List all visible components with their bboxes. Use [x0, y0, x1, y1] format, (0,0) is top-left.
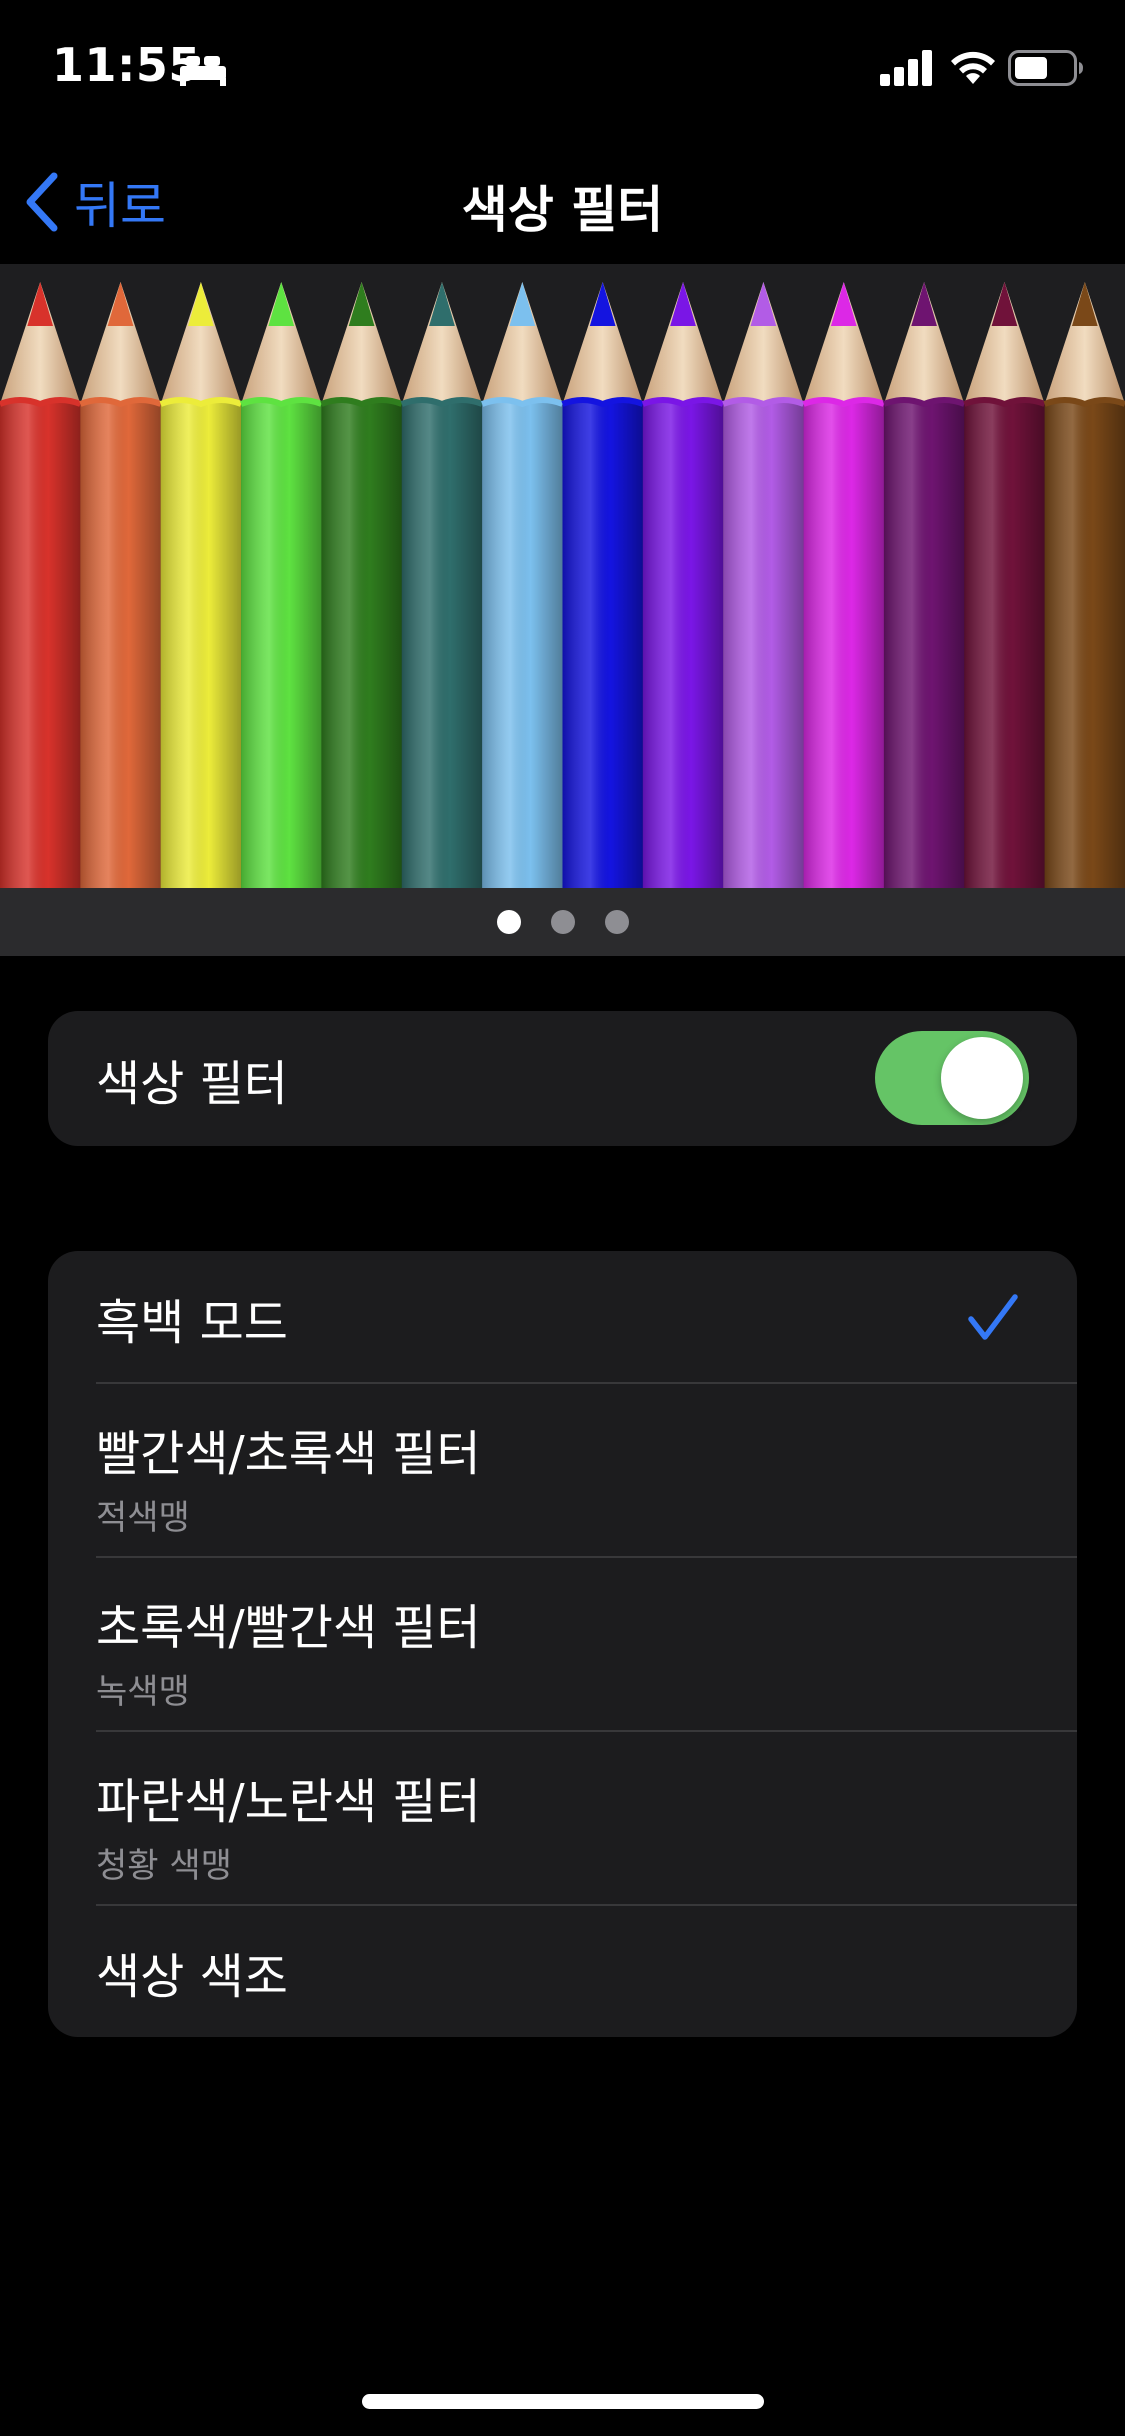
- option-tritanopia[interactable]: 파란색/노란색 필터 청황 색맹: [48, 1732, 1077, 1906]
- home-indicator[interactable]: [362, 2394, 764, 2409]
- pencil: [481, 282, 564, 888]
- navigation-bar: 뒤로 색상 필터: [0, 140, 1125, 264]
- color-filter-toggle-group: 색상 필터: [48, 1011, 1077, 1146]
- page-dot[interactable]: [550, 910, 575, 934]
- page-title: 색상 필터: [461, 181, 664, 239]
- battery-icon: [1008, 50, 1083, 86]
- pencil: [320, 282, 403, 888]
- page-indicator[interactable]: [0, 888, 1125, 956]
- option-protanopia[interactable]: 빨간색/초록색 필터 적색맹: [48, 1384, 1077, 1558]
- option-label: 흑백 모드: [96, 1294, 288, 1351]
- pencil: [239, 282, 323, 888]
- color-filter-toggle[interactable]: [875, 1031, 1029, 1125]
- pencil: [1043, 282, 1125, 888]
- toggle-knob: [941, 1037, 1023, 1119]
- pencil: [722, 282, 805, 888]
- color-preview-carousel[interactable]: [0, 264, 1125, 956]
- pencil: [159, 282, 243, 888]
- option-label: 빨간색/초록색 필터: [96, 1426, 481, 1482]
- checkmark-icon: [968, 1294, 1018, 1340]
- color-filter-toggle-row: 색상 필터: [48, 1011, 1077, 1146]
- pencil: [561, 282, 644, 888]
- option-deuteranopia[interactable]: 초록색/빨간색 필터 녹색맹: [48, 1558, 1077, 1732]
- cellular-signal-icon: [880, 50, 932, 86]
- option-sublabel: 녹색맹: [96, 1672, 190, 1712]
- pencil: [882, 282, 966, 888]
- pencil: [0, 282, 82, 888]
- option-sublabel: 청황 색맹: [96, 1846, 232, 1886]
- screen: 11:55 뒤로 색상 필터 색상 필터 흑백 모드 빨간색/초록색 필터 적색…: [0, 0, 1125, 2436]
- option-color-tint[interactable]: 색상 색조: [48, 1906, 1077, 2037]
- filter-options-list: 흑백 모드 빨간색/초록색 필터 적색맹 초록색/빨간색 필터 녹색맹 파란색/…: [48, 1251, 1077, 2037]
- pencil: [641, 282, 725, 888]
- bed-icon: [180, 56, 226, 86]
- color-filter-label: 색상 필터: [96, 1055, 288, 1112]
- pencil: [963, 282, 1046, 888]
- pencil: [400, 282, 484, 888]
- option-label: 색상 색조: [96, 1948, 288, 2005]
- option-sublabel: 적색맹: [96, 1498, 190, 1538]
- pencil: [802, 282, 886, 888]
- page-dot[interactable]: [604, 910, 629, 934]
- option-label: 파란색/노란색 필터: [96, 1774, 481, 1830]
- status-bar: 11:55: [0, 0, 1125, 140]
- option-label: 초록색/빨간색 필터: [96, 1600, 481, 1656]
- page-dot[interactable]: [496, 910, 521, 934]
- colored-pencils-image: [0, 264, 1125, 888]
- wifi-icon: [951, 51, 995, 84]
- pencil: [79, 282, 162, 888]
- option-grayscale[interactable]: 흑백 모드: [48, 1251, 1077, 1384]
